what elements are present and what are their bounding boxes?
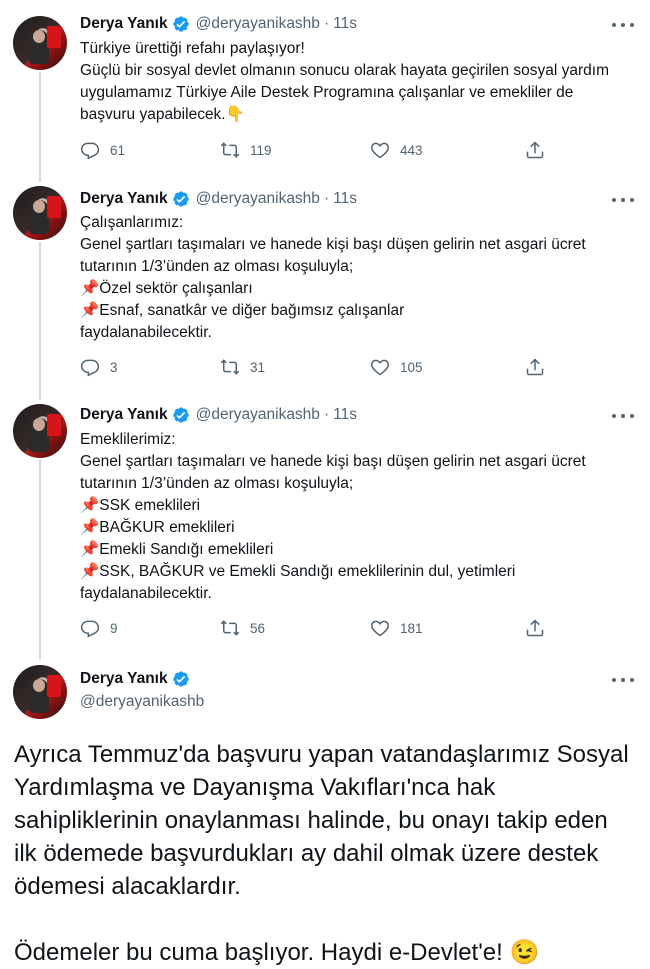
author-handle[interactable]: @deryayanikashb <box>196 15 320 33</box>
author-handle[interactable]: @deryayanikashb <box>80 693 204 711</box>
verified-badge-icon <box>172 671 189 687</box>
like-button[interactable]: 443 <box>370 140 423 160</box>
like-button[interactable]: 105 <box>370 357 423 377</box>
heart-icon <box>371 142 389 159</box>
retweet-icon <box>220 359 240 375</box>
author-name[interactable]: Derya Yanık <box>80 670 168 688</box>
share-icon <box>526 141 544 159</box>
share-icon <box>526 619 544 637</box>
retweet-icon <box>220 142 240 158</box>
reply-icon <box>80 359 100 377</box>
reply-count: 61 <box>110 142 126 158</box>
tweet-text: Emeklilerimiz: Genel şartları taşımaları… <box>80 431 586 602</box>
avatar[interactable] <box>13 186 67 240</box>
like-count: 443 <box>400 142 423 158</box>
share-icon <box>526 358 544 376</box>
reply-button[interactable]: 61 <box>80 140 125 160</box>
tweet-header: Derya Yanık @deryayanikashb · 11s <box>80 188 357 210</box>
timestamp[interactable]: 11s <box>333 190 357 208</box>
verified-badge-icon <box>172 16 189 32</box>
more-options-icon[interactable] <box>612 408 634 424</box>
tweet[interactable]: Derya Yanık @deryayanikashb · 11s Türkiy… <box>0 0 650 180</box>
retweet-count: 119 <box>250 142 272 158</box>
timestamp[interactable]: 11s <box>333 406 357 424</box>
heart-icon <box>371 359 389 376</box>
retweet-button[interactable]: 119 <box>220 140 272 160</box>
tweet-actions: 9 56 181 <box>80 618 550 642</box>
avatar[interactable] <box>13 404 67 458</box>
verified-badge-icon <box>172 191 189 207</box>
like-count: 181 <box>400 620 423 636</box>
retweet-button[interactable]: 56 <box>220 618 265 638</box>
tweet-actions: 61 119 443 <box>80 140 550 164</box>
tweet-text: Çalışanlarımız: Genel şartları taşımalar… <box>80 214 586 341</box>
heart-icon <box>371 620 389 637</box>
reply-icon <box>80 620 100 638</box>
tweet-header: Derya Yanık @deryayanikashb · 11s <box>80 13 357 35</box>
separator-dot: · <box>323 15 330 32</box>
avatar[interactable] <box>13 16 67 70</box>
like-count: 105 <box>400 359 423 375</box>
author-handle[interactable]: @deryayanikashb <box>196 406 320 424</box>
tweet-text: Türkiye ürettiği refahı paylaşıyor! Güçl… <box>80 40 609 123</box>
separator-dot: · <box>323 406 330 423</box>
main-tweet: Derya Yanık @deryayanikashb Ayrıca Temmu… <box>0 660 650 966</box>
author-name[interactable]: Derya Yanık <box>80 15 168 33</box>
avatar[interactable] <box>13 665 67 719</box>
timestamp[interactable]: 11s <box>333 15 357 33</box>
reply-icon <box>80 142 100 160</box>
tweet-actions: 3 31 105 <box>80 357 550 381</box>
retweet-button[interactable]: 31 <box>220 357 265 377</box>
author-handle[interactable]: @deryayanikashb <box>196 190 320 208</box>
reply-button[interactable]: 3 <box>80 357 118 377</box>
tweet-text: Ayrıca Temmuz'da başvuru yapan vatandaşl… <box>14 741 629 966</box>
more-options-icon[interactable] <box>612 17 634 33</box>
more-options-icon[interactable] <box>612 672 634 688</box>
reply-count: 9 <box>110 620 118 636</box>
retweet-count: 56 <box>250 620 266 636</box>
author-name[interactable]: Derya Yanık <box>80 190 168 208</box>
reply-count: 3 <box>110 359 118 375</box>
retweet-count: 31 <box>250 359 266 375</box>
author-name[interactable]: Derya Yanık <box>80 406 168 424</box>
share-button[interactable] <box>525 357 555 377</box>
share-button[interactable] <box>525 140 555 160</box>
tweet[interactable]: Derya Yanık @deryayanikashb · 11s Emekli… <box>0 398 650 660</box>
separator-dot: · <box>323 190 330 207</box>
tweet-header: Derya Yanık @deryayanikashb · 11s <box>80 404 357 426</box>
verified-badge-icon <box>172 407 189 423</box>
more-options-icon[interactable] <box>612 192 634 208</box>
like-button[interactable]: 181 <box>370 618 423 638</box>
tweet-header: Derya Yanık <box>80 668 196 690</box>
retweet-icon <box>220 620 240 636</box>
share-button[interactable] <box>525 618 555 638</box>
tweet[interactable]: Derya Yanık @deryayanikashb · 11s Çalışa… <box>0 180 650 398</box>
reply-button[interactable]: 9 <box>80 618 118 638</box>
